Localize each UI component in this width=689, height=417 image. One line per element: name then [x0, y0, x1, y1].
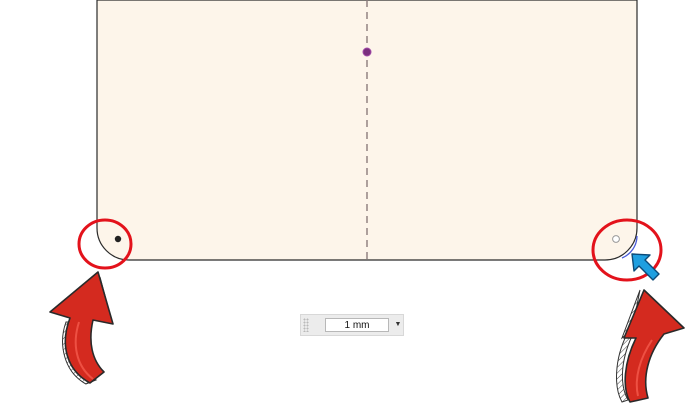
right-fillet-point[interactable]: [612, 235, 620, 243]
left-fillet-point[interactable]: [114, 235, 122, 243]
sketch-canvas[interactable]: ▼: [0, 0, 689, 417]
left-annotation-arrow-icon: [49, 271, 114, 385]
sketch-drawing: [49, 0, 685, 403]
drag-grip-icon[interactable]: [303, 318, 309, 332]
fillet-radius-input[interactable]: [325, 318, 389, 332]
fillet-radius-dimension-box: ▼: [300, 314, 404, 336]
midpoint-marker[interactable]: [362, 47, 372, 57]
right-annotation-arrow-icon: [616, 289, 685, 403]
triangle-down-icon[interactable]: ▼: [393, 319, 403, 331]
